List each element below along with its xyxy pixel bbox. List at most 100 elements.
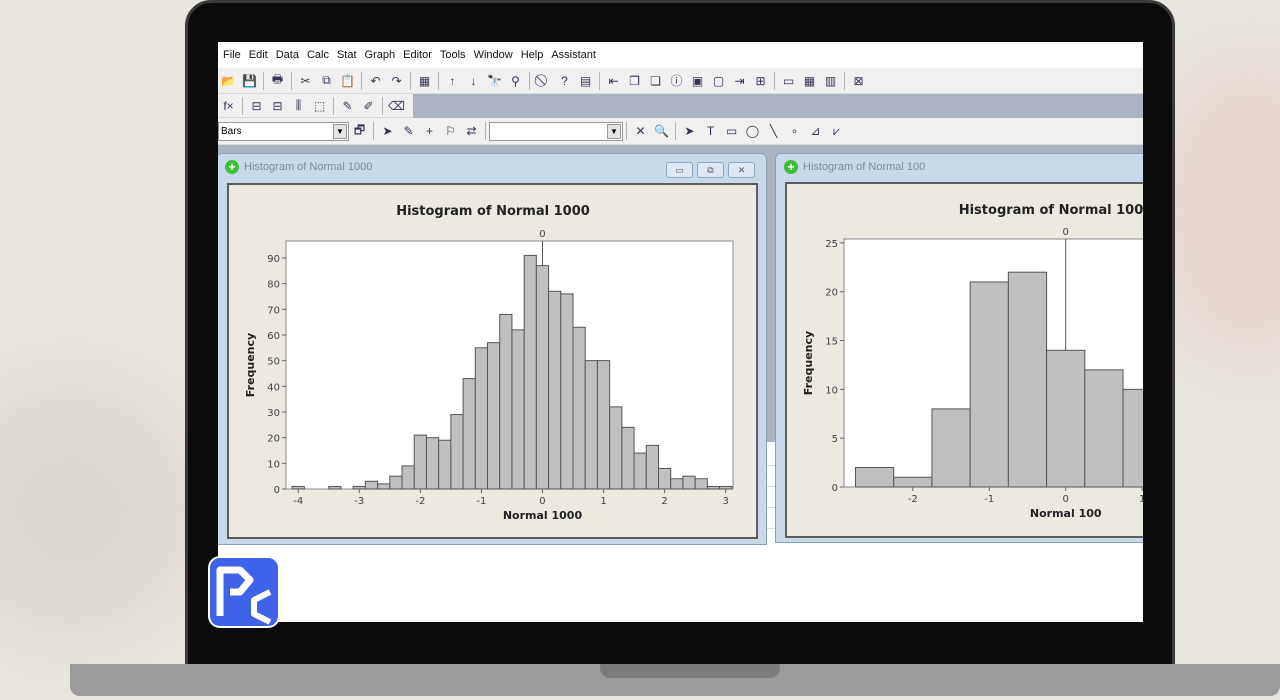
menu-editor[interactable]: Editor bbox=[403, 49, 432, 61]
graph-window-normal-100[interactable]: + Histogram of Normal 100 Histogram of No… bbox=[775, 153, 1143, 543]
histogram-bar[interactable] bbox=[328, 485, 342, 490]
rectangle-tool-icon[interactable]: ▭ bbox=[722, 121, 741, 140]
flag-icon[interactable]: ⚐ bbox=[441, 122, 460, 141]
histogram-bar[interactable] bbox=[1084, 369, 1124, 488]
histogram-bar[interactable] bbox=[931, 408, 971, 488]
window-stack-icon[interactable]: ❐ bbox=[625, 71, 644, 90]
command-icon[interactable]: ▣ bbox=[688, 71, 707, 90]
histogram-bar[interactable] bbox=[535, 265, 550, 490]
column-icon[interactable]: ⇥ bbox=[730, 71, 749, 90]
histogram-bar[interactable] bbox=[425, 437, 440, 490]
histogram-bar[interactable] bbox=[633, 452, 647, 490]
histogram-bar[interactable] bbox=[389, 475, 403, 490]
histogram-bar[interactable] bbox=[969, 281, 1009, 488]
brush-icon[interactable]: ✎ bbox=[399, 122, 418, 141]
save-icon[interactable]: 💾 bbox=[240, 71, 259, 90]
merge-icon[interactable]: ⫼ bbox=[289, 96, 308, 115]
menu-graph[interactable]: Graph bbox=[365, 49, 396, 61]
histogram-bar[interactable] bbox=[609, 406, 623, 490]
histogram-bar[interactable] bbox=[487, 342, 501, 490]
histogram-bar[interactable] bbox=[511, 329, 525, 490]
graph-element-select[interactable]: Bars ▼ bbox=[218, 121, 349, 141]
histogram-bar[interactable] bbox=[450, 414, 464, 490]
cancel-icon[interactable]: ⃠ bbox=[534, 71, 553, 90]
histogram-bar[interactable] bbox=[658, 467, 672, 490]
chevron-down-icon[interactable]: ▼ bbox=[333, 123, 347, 139]
minimize-button[interactable]: ▭ bbox=[666, 162, 693, 178]
histogram-bar[interactable] bbox=[706, 485, 721, 490]
info-icon[interactable]: ⓘ bbox=[667, 71, 686, 90]
histogram-bar[interactable] bbox=[854, 466, 895, 488]
close-graphs-icon[interactable]: ⊠ bbox=[849, 71, 868, 90]
function-icon[interactable]: f× bbox=[219, 96, 238, 115]
menu-stat[interactable]: Stat bbox=[337, 49, 357, 61]
histogram-bar[interactable] bbox=[621, 426, 635, 490]
chevron-down-icon[interactable]: ▼ bbox=[607, 123, 621, 139]
delete-icon[interactable]: ✕ bbox=[631, 122, 650, 141]
replace-icon[interactable]: ⚲ bbox=[506, 71, 525, 90]
histogram-bar[interactable] bbox=[352, 485, 366, 490]
histogram-bar[interactable] bbox=[1007, 271, 1048, 488]
histogram-normal-100[interactable]: Histogram of Normal 100 0 0 5 10 15 20 25 -2 -1 0 1… bbox=[787, 184, 1143, 536]
select-pointer-icon[interactable]: ➤ bbox=[378, 122, 397, 141]
line-tool-icon[interactable]: ╲ bbox=[764, 121, 783, 140]
copy-icon[interactable]: ⧉ bbox=[317, 71, 336, 90]
find-icon[interactable]: 🔭 bbox=[485, 71, 504, 90]
brush-set-icon[interactable]: ✐ bbox=[359, 96, 378, 115]
histogram-normal-1000[interactable]: Histogram of Normal 10000010203040506070… bbox=[229, 185, 756, 537]
histogram-bar[interactable] bbox=[645, 444, 660, 490]
worksheet-icon[interactable]: ▦ bbox=[415, 71, 434, 90]
open-icon[interactable]: 📂 bbox=[219, 71, 238, 90]
edit-properties-icon[interactable]: 🗗 bbox=[350, 122, 369, 141]
ellipse-tool-icon[interactable]: ◯ bbox=[743, 121, 762, 140]
polyline-tool-icon[interactable]: ⊿ bbox=[806, 121, 825, 140]
move-icon[interactable]: ⬚ bbox=[310, 96, 329, 115]
histogram-bar[interactable] bbox=[548, 290, 562, 490]
histogram-bar[interactable] bbox=[584, 360, 598, 490]
menu-assistant[interactable]: Assistant bbox=[551, 49, 596, 61]
menu-window[interactable]: Window bbox=[474, 49, 513, 61]
menu-data[interactable]: Data bbox=[276, 49, 299, 61]
histogram-bar[interactable] bbox=[401, 465, 415, 490]
menu-tools[interactable]: Tools bbox=[440, 49, 466, 61]
histogram-bar[interactable] bbox=[462, 378, 476, 490]
redo-icon[interactable]: ↷ bbox=[387, 71, 406, 90]
maximize-button[interactable]: ⧉ bbox=[697, 162, 724, 178]
session-icon[interactable]: ⇤ bbox=[604, 71, 623, 90]
menu-help[interactable]: Help bbox=[521, 49, 544, 61]
arrow-up-icon[interactable]: ↑ bbox=[443, 71, 462, 90]
histogram-bar[interactable] bbox=[413, 434, 427, 490]
layout-icon[interactable]: ⊞ bbox=[751, 71, 770, 90]
polygon-tool-icon[interactable]: ⩗ bbox=[827, 122, 846, 141]
close-button[interactable]: ✕ bbox=[728, 162, 755, 178]
histogram-bar[interactable] bbox=[596, 360, 611, 490]
undo-icon[interactable]: ↶ bbox=[366, 71, 385, 90]
report-icon[interactable]: ▢ bbox=[709, 71, 728, 90]
insert-rows-icon[interactable]: ⊟ bbox=[247, 96, 266, 115]
histogram-bar[interactable] bbox=[560, 293, 574, 490]
histogram-bar[interactable] bbox=[682, 475, 696, 490]
grid-icon[interactable]: ▦ bbox=[800, 71, 819, 90]
histogram-bar[interactable] bbox=[499, 313, 513, 490]
menu-calc[interactable]: Calc bbox=[307, 49, 329, 61]
histogram-bar[interactable] bbox=[523, 254, 537, 490]
stat-guide-icon[interactable]: ▤ bbox=[576, 71, 595, 90]
histogram-bar[interactable] bbox=[694, 478, 708, 490]
graph-window-normal-1000[interactable]: + Histogram of Normal 1000 ▭ ⧉ ✕ Histogra… bbox=[218, 153, 767, 545]
table-icon[interactable]: ▥ bbox=[821, 71, 840, 90]
crosshair-icon[interactable]: + bbox=[420, 122, 439, 141]
cut-icon[interactable]: ✂ bbox=[296, 71, 315, 90]
menu-edit[interactable]: Edit bbox=[249, 49, 268, 61]
histogram-bar[interactable] bbox=[1046, 349, 1086, 488]
histogram-bar[interactable] bbox=[364, 480, 379, 490]
histogram-bar[interactable] bbox=[719, 485, 733, 490]
insert-columns-icon[interactable]: ⊟ bbox=[268, 96, 287, 115]
histogram-bar[interactable] bbox=[893, 476, 933, 488]
histogram-bar[interactable] bbox=[670, 478, 684, 490]
graph-item-select[interactable]: ▼ bbox=[489, 121, 623, 141]
arrow-down-icon[interactable]: ↓ bbox=[464, 71, 483, 90]
help-icon[interactable]: ? bbox=[555, 71, 574, 90]
text-tool-icon[interactable]: T bbox=[701, 121, 720, 140]
marker-tool-icon[interactable]: ∘ bbox=[785, 121, 804, 140]
menu-file[interactable]: File bbox=[223, 49, 241, 61]
